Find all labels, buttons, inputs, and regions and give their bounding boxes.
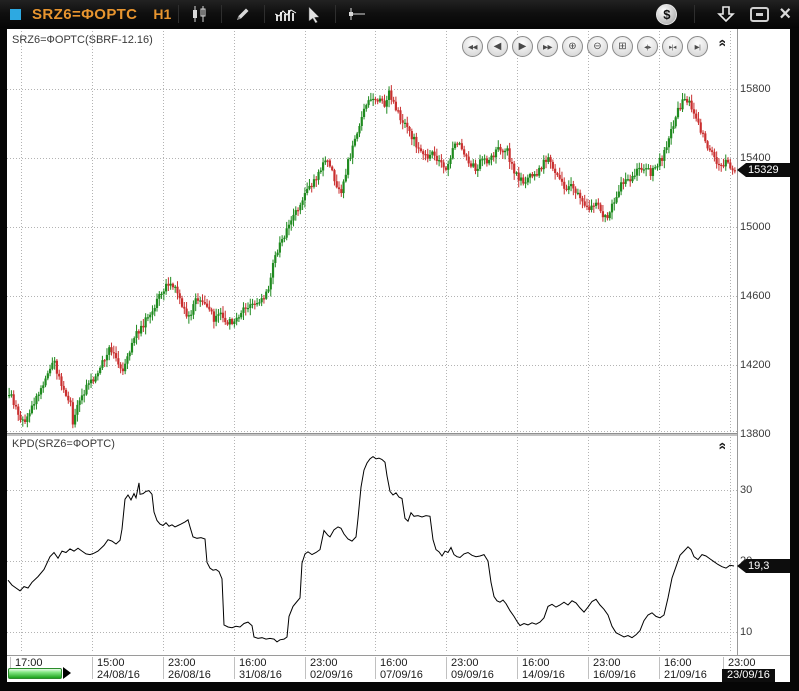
indicator-icon[interactable] xyxy=(272,3,300,25)
collapse-kpd-panel-icon[interactable]: » xyxy=(714,442,728,450)
horizontal-scrollbar-thumb[interactable] xyxy=(8,668,62,679)
scroll-left-button[interactable]: ◀ xyxy=(487,36,508,57)
price-axis-label: 13800 xyxy=(740,428,771,440)
date-label: 21/09/16 xyxy=(664,669,707,681)
cursor-icon[interactable] xyxy=(300,3,328,25)
price-axis-label: 15800 xyxy=(740,83,771,95)
kpd-indicator-label: KPD(SRZ6=ФОРТС) xyxy=(12,438,115,450)
last-price-badge: 15329 xyxy=(737,163,790,177)
time-label: 23:00 xyxy=(310,657,338,669)
date-label: 14/09/16 xyxy=(522,669,565,681)
kpd-last-value-badge: 19,3 xyxy=(737,559,790,573)
date-label: 09/09/16 xyxy=(451,669,494,681)
chart-client-area: SRZ6=ФОРТС(SBRF-12.16) KPD(SRZ6=ФОРТС) ◀… xyxy=(7,29,790,682)
scroll-right-button[interactable]: ▶ xyxy=(512,36,533,57)
money-icon[interactable]: $ xyxy=(656,4,677,25)
levels-icon[interactable] xyxy=(343,3,371,25)
minimize-icon[interactable] xyxy=(750,7,769,22)
collapse-main-panel-icon[interactable]: » xyxy=(714,39,728,47)
zoom-in-button[interactable]: ⊕ xyxy=(562,36,583,57)
time-label: 16:00 xyxy=(664,657,692,669)
compress-scale-button[interactable]: ◂|▸ xyxy=(637,36,658,57)
date-label: 02/09/16 xyxy=(310,669,353,681)
price-axis-label: 15400 xyxy=(740,152,771,164)
titlebar: SRZ6=ФОРТС H1 xyxy=(0,0,799,28)
main-chart-label: SRZ6=ФОРТС(SBRF-12.16) xyxy=(12,34,153,46)
date-label: 24/08/16 xyxy=(97,669,140,681)
price-axis-label: 15000 xyxy=(740,221,771,233)
time-label: 23:00 xyxy=(593,657,621,669)
scroll-fast-left-button[interactable]: ◀◀ xyxy=(462,36,483,57)
scrollbar-arrow-icon xyxy=(63,667,71,679)
date-label: 31/08/16 xyxy=(239,669,282,681)
kpd-axis-label: 30 xyxy=(740,484,752,496)
instrument-color-square xyxy=(10,9,21,20)
separator xyxy=(694,5,695,23)
separator xyxy=(178,5,179,23)
zoom-out-button[interactable]: ⊖ xyxy=(587,36,608,57)
kpd-axis-label: 10 xyxy=(740,626,752,638)
instrument-title: SRZ6=ФОРТС xyxy=(32,6,137,23)
close-icon[interactable]: × xyxy=(779,5,791,23)
separator xyxy=(221,5,222,23)
date-label: 16/09/16 xyxy=(593,669,636,681)
draw-pencil-icon[interactable] xyxy=(229,3,257,25)
current-date-label: 23/09/16 xyxy=(722,669,775,682)
date-label: 26/08/16 xyxy=(168,669,211,681)
chart-canvas[interactable] xyxy=(7,29,790,682)
time-label: 23:00 xyxy=(451,657,479,669)
price-axis-label: 14600 xyxy=(740,290,771,302)
time-label: 23:00 xyxy=(168,657,196,669)
chart-window: SRZ6=ФОРТС H1 xyxy=(0,0,799,691)
chart-nav-toolbar: ◀◀◀▶▶▶⊕⊖⊞◂|▸▸|◂▶| xyxy=(462,36,708,57)
time-label: 23:00 xyxy=(728,657,756,669)
time-label: 15:00 xyxy=(97,657,125,669)
timeframe-label: H1 xyxy=(153,6,171,22)
date-label: 07/09/16 xyxy=(380,669,423,681)
expand-scale-button[interactable]: ▸|◂ xyxy=(662,36,683,57)
zoom-area-button[interactable]: ⊞ xyxy=(612,36,633,57)
separator xyxy=(335,5,336,23)
price-axis-label: 14200 xyxy=(740,359,771,371)
download-arrow-icon[interactable] xyxy=(712,3,740,25)
scroll-fast-right-button[interactable]: ▶▶ xyxy=(537,36,558,57)
time-label: 16:00 xyxy=(522,657,550,669)
go-to-end-button[interactable]: ▶| xyxy=(687,36,708,57)
chart-type-icon[interactable] xyxy=(186,3,214,25)
separator xyxy=(264,5,265,23)
time-label: 16:00 xyxy=(380,657,408,669)
time-label: 16:00 xyxy=(239,657,267,669)
